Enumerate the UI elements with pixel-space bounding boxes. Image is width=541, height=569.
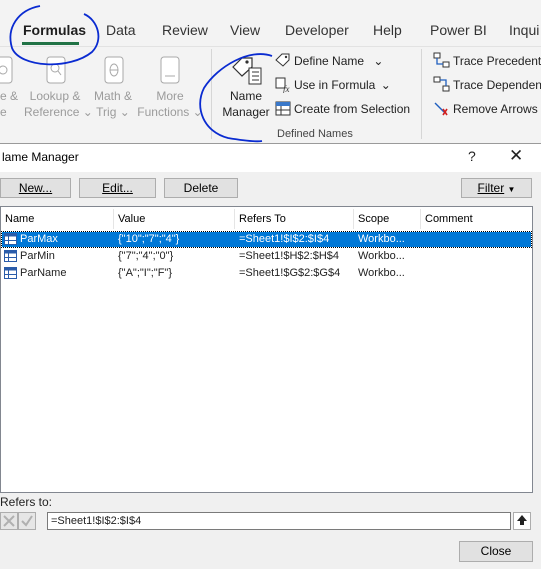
column-header-name[interactable]: Name [1,208,113,230]
row-refers-to: =Sheet1!$H$2:$H$4 [239,250,339,262]
trace-dependents-icon [433,76,450,92]
cancel-x-icon [3,515,15,527]
tab-power-bi[interactable]: Power BI [430,22,487,38]
trace-precedents-button[interactable]: Trace Precedents [453,54,541,68]
create-from-selection-button[interactable]: Create from Selection [294,102,410,116]
close-button[interactable]: Close [459,541,533,562]
trace-precedents-icon [433,52,450,68]
row-scope: Workbo... [358,233,405,245]
confirm-edit-button[interactable] [18,512,36,530]
define-name-button[interactable]: Define Name ⌄ [294,54,383,68]
group-separator [421,49,422,139]
hand-drawn-annotation [9,5,273,143]
row-refers-to: =Sheet1!$I$2:$I$4 [239,233,330,245]
row-scope: Workbo... [358,250,405,262]
name-manager-dialog: lame Manager ? ✕ New... Edit... Delete F… [0,143,541,569]
tab-inquire[interactable]: Inqui [509,22,539,38]
dropdown-arrow-icon: ▼ [507,185,516,194]
column-header-comment[interactable]: Comment [421,208,531,230]
remove-arrows-button[interactable]: Remove Arrows [453,102,538,116]
up-arrow-icon [517,515,527,525]
refers-to-input[interactable]: =Sheet1!$I$2:$I$4 [47,512,511,530]
ribbon: Formulas Data Review View Developer Help… [0,0,541,143]
delete-button[interactable]: Delete [164,178,238,198]
row-scope: Workbo... [358,267,405,279]
row-value: {"A";"I";"F"} [118,267,173,279]
column-header-scope[interactable]: Scope [354,208,420,230]
row-name: ParMin [20,250,55,262]
row-name: ParMax [20,233,58,245]
named-range-icon [4,250,17,262]
collapse-dialog-button[interactable] [513,512,531,530]
table-row[interactable]: ParMin {"7";"4";"0"} =Sheet1!$H$2:$H$4 W… [2,249,531,264]
named-range-icon [4,267,17,279]
row-value: {"7";"4";"0"} [118,250,174,262]
table-row[interactable]: ParMax {"10";"7";"4"} =Sheet1!$I$2:$I$4 … [1,231,532,248]
dialog-title-bar: lame Manager ? ✕ [0,144,541,172]
table-row[interactable]: ParName {"A";"I";"F"} =Sheet1!$G$2:$G$4 … [2,266,531,281]
named-range-icon [4,233,17,245]
trace-dependents-button[interactable]: Trace Dependent [453,78,541,92]
dialog-title: lame Manager [2,150,79,164]
new-button[interactable]: New... [0,178,71,198]
cancel-edit-button[interactable] [0,512,18,530]
help-icon[interactable]: ? [468,148,476,164]
close-icon[interactable]: ✕ [509,146,523,166]
refers-to-label: Refers to: [0,495,53,509]
column-header-refers-to[interactable]: Refers To [235,208,353,230]
chevron-down-icon: ⌄ [373,54,384,68]
checkmark-icon [21,515,33,527]
filter-button[interactable]: Filter ▼ [461,178,532,198]
remove-arrows-icon [434,102,448,116]
use-in-formula-button[interactable]: Use in Formula ⌄ [294,78,391,92]
row-refers-to: =Sheet1!$G$2:$G$4 [239,267,341,279]
edit-button[interactable]: Edit... [79,178,156,198]
column-header-value[interactable]: Value [114,208,234,230]
row-name: ParName [20,267,67,279]
tab-help[interactable]: Help [373,22,402,38]
row-value: {"10";"7";"4"} [118,233,180,245]
chevron-down-icon: ⌄ [380,78,391,92]
names-list[interactable]: Name Value Refers To Scope Comment ParMa… [0,206,533,493]
